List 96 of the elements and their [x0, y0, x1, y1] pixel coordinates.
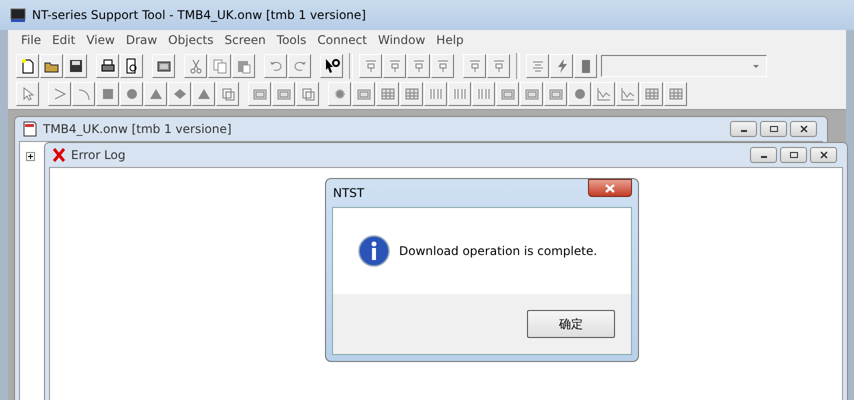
menu-item[interactable]: Objects: [163, 33, 219, 47]
maximize-icon: [768, 125, 778, 133]
save-icon: [68, 58, 84, 74]
numeric-field-button[interactable]: [496, 82, 519, 106]
magnifier-button[interactable]: [120, 54, 143, 78]
center-vertical-button[interactable]: [463, 54, 486, 78]
pen-button[interactable]: [472, 82, 495, 106]
polyline-button[interactable]: [48, 82, 71, 106]
new-file-button[interactable]: [16, 54, 39, 78]
printer-button[interactable]: [96, 54, 119, 78]
message-text: Download operation is complete.: [399, 244, 598, 258]
lines-button[interactable]: [526, 54, 549, 78]
circle-button[interactable]: [120, 82, 143, 106]
monitor-icon: [10, 8, 26, 22]
maximize-icon: [788, 151, 798, 159]
align-bottom-button[interactable]: [383, 54, 406, 78]
menu-item[interactable]: View: [81, 33, 120, 47]
dropdown-arrow-icon: [753, 64, 759, 68]
touch-switch-button[interactable]: [352, 82, 375, 106]
close-icon: [818, 151, 828, 159]
menu-item[interactable]: Window: [372, 33, 430, 47]
menu-item[interactable]: Draw: [120, 33, 162, 47]
diamond-icon: [172, 86, 188, 102]
eye-button[interactable]: [568, 82, 591, 106]
dialog-title: NTST: [333, 186, 364, 200]
lamp-button[interactable]: [328, 82, 351, 106]
menu-item[interactable]: Edit: [47, 33, 80, 47]
ok-button[interactable]: 确定: [527, 310, 615, 338]
window-title: TMB4_UK.onw [tmb 1 versione]: [43, 122, 232, 136]
undo-button[interactable]: [264, 54, 287, 78]
text-tool-button[interactable]: [192, 82, 215, 106]
close-button[interactable]: [810, 147, 837, 163]
expand-icon[interactable]: [26, 152, 35, 161]
window-title: NT-series Support Tool - TMB4_UK.onw [tmb 1 versione]: [32, 8, 366, 22]
printer-icon: [100, 58, 116, 74]
redo-button[interactable]: [288, 54, 311, 78]
info-icon: [358, 235, 390, 267]
window-title: Error Log: [71, 148, 126, 162]
open-folder-button[interactable]: [40, 54, 63, 78]
align-right-button[interactable]: [431, 54, 454, 78]
table-icon: [644, 86, 660, 102]
fork-button[interactable]: [424, 82, 447, 106]
grid-table-button[interactable]: [664, 82, 687, 106]
error-icon: [53, 148, 65, 162]
cut-icon: [188, 58, 204, 74]
line-chart-icon: [620, 86, 636, 102]
rectangle-button[interactable]: [96, 82, 119, 106]
close-icon: [605, 184, 615, 192]
close-icon: [798, 125, 808, 133]
image-button[interactable]: [248, 82, 271, 106]
help-button[interactable]: [320, 54, 343, 78]
image-up-button[interactable]: [272, 82, 295, 106]
paste-icon: [236, 58, 252, 74]
diamond-button[interactable]: [168, 82, 191, 106]
maximize-button[interactable]: [780, 147, 807, 163]
library-button[interactable]: [296, 82, 319, 106]
new-screen-button[interactable]: [152, 54, 175, 78]
minimize-button[interactable]: [730, 121, 757, 137]
minimize-button[interactable]: [750, 147, 777, 163]
table-button[interactable]: [640, 82, 663, 106]
cut-button[interactable]: [184, 54, 207, 78]
menu-item[interactable]: Tools: [272, 33, 312, 47]
menu-item[interactable]: Screen: [220, 33, 271, 47]
maximize-button[interactable]: [760, 121, 787, 137]
align-left-button[interactable]: [407, 54, 430, 78]
menu-item[interactable]: Help: [431, 33, 469, 47]
pointer-button[interactable]: [16, 82, 39, 106]
fill-button[interactable]: [216, 82, 239, 106]
tag-button[interactable]: [574, 54, 597, 78]
percent-bar-button[interactable]: [544, 82, 567, 106]
new-file-icon: [20, 58, 36, 74]
numeral-button[interactable]: [448, 82, 471, 106]
menu-item[interactable]: Connect: [312, 33, 372, 47]
paste-button[interactable]: [232, 54, 255, 78]
object-dropdown[interactable]: [601, 55, 767, 77]
lightning-button[interactable]: [550, 54, 573, 78]
arc-button[interactable]: [72, 82, 95, 106]
align-top-button[interactable]: [359, 54, 382, 78]
close-button[interactable]: [790, 121, 817, 137]
text-field-button[interactable]: [520, 82, 543, 106]
save-button[interactable]: [64, 54, 87, 78]
curve-chart-button[interactable]: [592, 82, 615, 106]
center-horizontal-button[interactable]: [487, 54, 510, 78]
columns-button[interactable]: [400, 82, 423, 106]
close-button[interactable]: [588, 179, 632, 197]
grid-button[interactable]: [376, 82, 399, 106]
document-icon: [23, 121, 37, 137]
menu-item[interactable]: File: [16, 33, 46, 47]
grid-table-icon: [668, 86, 684, 102]
curve-chart-icon: [596, 86, 612, 102]
line-chart-button[interactable]: [616, 82, 639, 106]
copy-icon: [212, 58, 228, 74]
grid-icon: [380, 86, 396, 102]
help-icon: [324, 58, 340, 74]
copy-button[interactable]: [208, 54, 231, 78]
triangle-button[interactable]: [144, 82, 167, 106]
